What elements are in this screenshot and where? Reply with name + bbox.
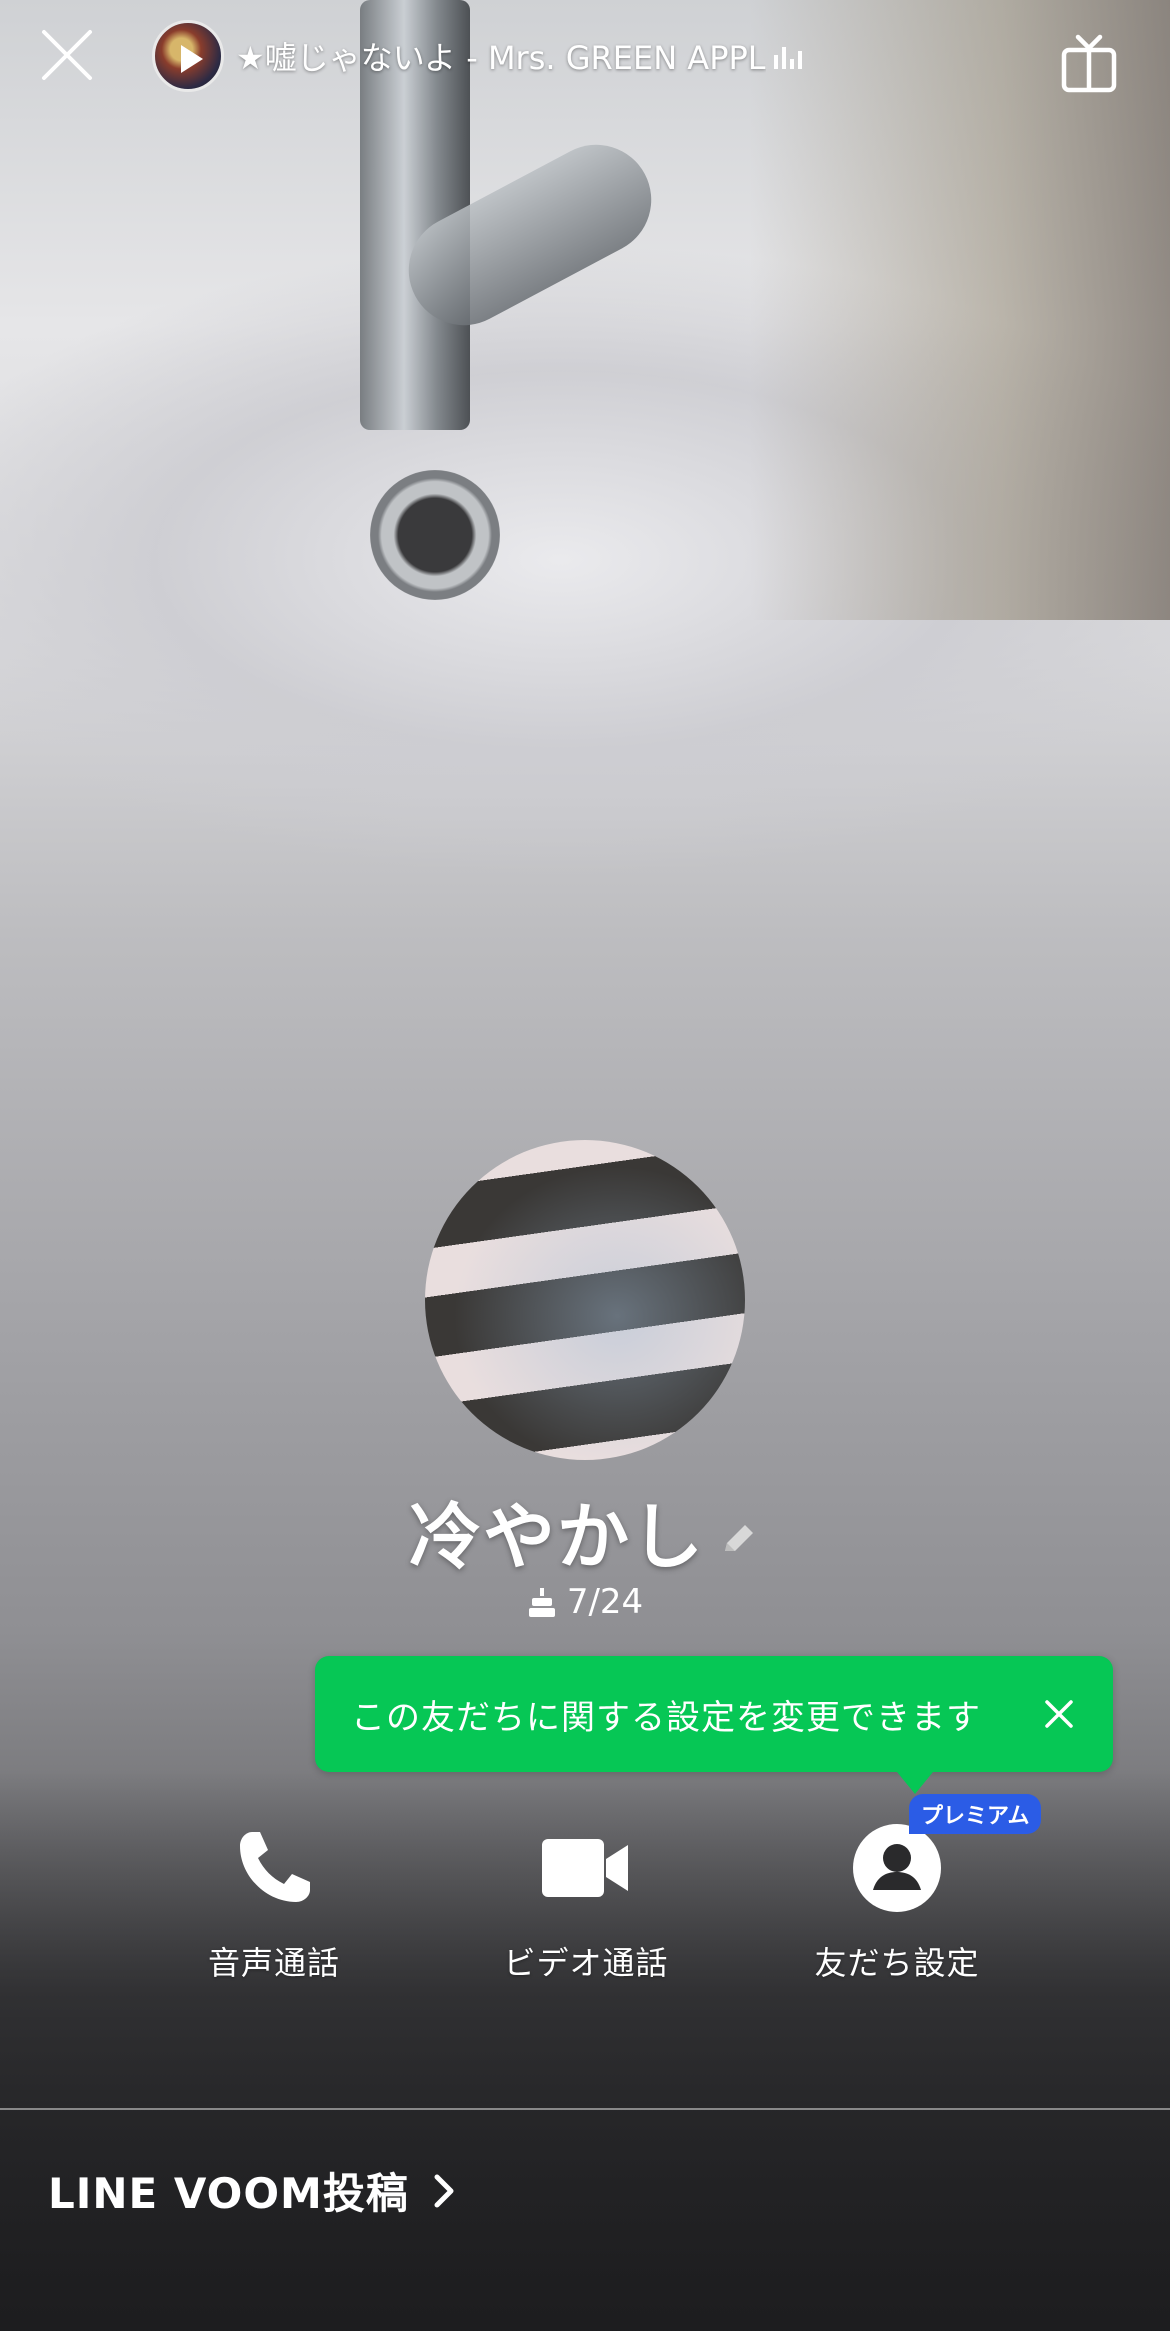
profile-name: 冷やかし (408, 1495, 705, 1579)
birthday-date: 7/24 (566, 1582, 644, 1622)
video-call-button[interactable]: ビデオ通話 (436, 1820, 736, 1990)
profile-name-row: 冷やかし (0, 1478, 1170, 1583)
play-icon (181, 45, 203, 73)
premium-badge: プレミアム (909, 1794, 1042, 1834)
gift-icon (1061, 34, 1117, 93)
music-album-art (152, 20, 224, 92)
profile-music[interactable]: ★嘘じゃないよ - Mrs. GREEN APPL (152, 18, 832, 94)
friend-settings-circle (853, 1824, 941, 1912)
cover-photo-drain (370, 470, 500, 600)
person-icon (857, 1828, 937, 1908)
voice-call-label: 音声通話 (207, 1944, 340, 1982)
video-call-label: ビデオ通話 (503, 1944, 669, 1982)
gift-button[interactable] (1060, 32, 1118, 94)
birthday-row: 7/24 (0, 1582, 1170, 1622)
divider (0, 2108, 1170, 2110)
line-voom-label: LINE VOOM投稿 (48, 2169, 409, 2218)
cake-icon (528, 1588, 555, 1617)
voice-call-button[interactable]: 音声通話 (124, 1820, 424, 1990)
close-icon (42, 30, 92, 80)
friend-settings-tooltip: この友だちに関する設定を変更できます (315, 1656, 1113, 1794)
tooltip-close-icon[interactable] (1041, 1696, 1077, 1732)
equalizer-icon (773, 43, 804, 69)
video-camera-icon (542, 1839, 628, 1897)
close-button[interactable] (36, 24, 98, 86)
line-voom-link[interactable]: LINE VOOM投稿 (48, 2160, 459, 2221)
phone-icon (240, 1832, 310, 1902)
chevron-right-icon (434, 2174, 454, 2207)
profile-avatar[interactable] (425, 1140, 745, 1460)
friend-settings-button[interactable]: プレミアム 友だち設定 (747, 1794, 1047, 1990)
music-title: ★嘘じゃないよ - Mrs. GREEN APPL (236, 39, 766, 77)
tooltip-text: この友だちに関する設定を変更できます (351, 1697, 981, 1738)
profile-actions: 音声通話 ビデオ通話 プレミアム 友だち設定 (0, 1794, 1170, 1990)
pencil-icon[interactable] (717, 1517, 761, 1561)
friend-settings-label: 友だち設定 (814, 1944, 980, 1982)
